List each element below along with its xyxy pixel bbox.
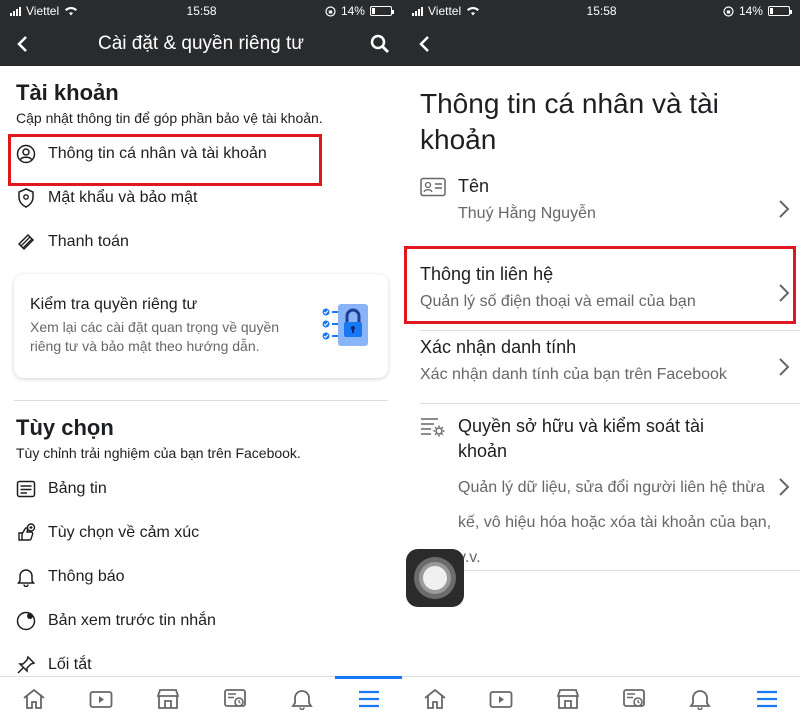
tab-menu[interactable]	[335, 676, 402, 720]
preferences-section-title: Tùy chọn	[16, 415, 114, 440]
battery-icon	[369, 6, 394, 16]
account-section-subtitle: Cập nhật thông tin để góp phần bảo vệ tà…	[16, 110, 323, 126]
settings-privacy-screen: Viettel 15:58 14% Cài đặt & quyền riêng …	[0, 0, 402, 720]
tab-menu[interactable]	[734, 677, 800, 720]
menu-item-news-feed[interactable]: Bảng tin	[0, 467, 402, 511]
account-section-title: Tài khoản	[16, 80, 119, 105]
back-arrow-icon	[17, 36, 27, 52]
tab-watch[interactable]	[468, 677, 534, 720]
tab-watch[interactable]	[67, 677, 134, 720]
menu-item-label: Tùy chọn về cảm xúc	[48, 524, 200, 541]
notifications-icon	[689, 689, 712, 710]
back-button[interactable]	[402, 22, 446, 66]
status-bar: Viettel 15:58 14%	[402, 0, 800, 22]
watch-icon	[490, 690, 513, 708]
row-label: Xác nhận danh tính	[420, 337, 577, 357]
row-value: Xác nhận danh tính của bạn trên Facebook	[420, 366, 727, 383]
news-feed-icon	[16, 479, 36, 499]
privacy-checkup-description: Xem lại các cài đặt quan trọng về quyền …	[30, 319, 280, 354]
shield-icon	[16, 188, 36, 208]
menu-item-notifications[interactable]: Thông báo	[0, 555, 402, 599]
menu-item-reactions[interactable]: Tùy chọn về cảm xúc	[0, 511, 402, 555]
menu-icon	[756, 690, 777, 707]
highlight-box-personal-info	[8, 134, 322, 186]
tag-icon	[16, 232, 36, 252]
row-ownership-control[interactable]: Quyền sở hữu và kiểm soát tài khoản Quản…	[402, 404, 800, 570]
wifi-icon	[65, 7, 78, 16]
news-icon	[223, 688, 246, 707]
menu-item-message-preview[interactable]: Bản xem trước tin nhắn	[0, 599, 402, 643]
wifi-icon	[467, 7, 480, 16]
page-title: Cài đặt & quyền riêng tư	[97, 33, 304, 54]
row-value: Quản lý dữ liệu, sửa đổi người liên hệ t…	[458, 479, 772, 566]
search-button[interactable]	[358, 22, 402, 66]
orientation-lock-icon	[723, 5, 734, 17]
bottom-tab-bar	[0, 676, 402, 720]
tab-marketplace[interactable]	[535, 677, 601, 720]
tab-notifications[interactable]	[667, 677, 733, 720]
battery-percent: 14%	[340, 4, 365, 18]
tab-marketplace[interactable]	[134, 677, 201, 720]
pin-icon	[16, 655, 36, 675]
bell-icon	[16, 567, 36, 587]
settings-list-icon	[421, 418, 445, 437]
personal-info-screen: Viettel 15:58 14% Thông tin cá nhân và t…	[402, 0, 800, 720]
menu-item-label: Thanh toán	[48, 233, 129, 250]
home-icon	[424, 688, 446, 709]
battery-percent: 14%	[738, 4, 763, 18]
menu-icon	[358, 690, 379, 707]
marketplace-icon	[156, 688, 179, 709]
menu-item-label: Bản xem trước tin nhắn	[48, 612, 216, 629]
menu-item-label: Mật khẩu và bảo mật	[48, 189, 198, 206]
tab-notifications[interactable]	[268, 677, 335, 720]
row-value: Thuý Hằng Nguyễn	[458, 205, 596, 222]
row-identity-confirmation[interactable]: Xác nhận danh tính Xác nhận danh tính củ…	[402, 331, 800, 403]
status-bar: Viettel 15:58 14%	[0, 0, 402, 22]
battery-icon	[767, 6, 792, 16]
highlight-box-contact-info	[404, 246, 796, 324]
tab-home[interactable]	[0, 677, 67, 720]
chevron-right-icon	[779, 200, 790, 218]
tab-news[interactable]	[201, 677, 268, 720]
chevron-right-icon	[779, 358, 790, 376]
home-icon	[22, 688, 45, 709]
reaction-icon	[16, 523, 36, 543]
menu-item-payments[interactable]: Thanh toán	[0, 220, 402, 264]
privacy-checkup-title: Kiểm tra quyền riêng tư	[30, 296, 198, 313]
privacy-checkup-card[interactable]: Kiểm tra quyền riêng tư Xem lại các cài …	[14, 274, 388, 378]
screens-container: Viettel 15:58 14% Cài đặt & quyền riêng …	[0, 0, 800, 720]
tab-home[interactable]	[402, 677, 468, 720]
news-icon	[623, 688, 646, 707]
message-preview-icon	[16, 611, 36, 631]
chevron-right-icon	[779, 478, 790, 496]
privacy-lock-illustration-icon	[322, 304, 368, 346]
back-arrow-icon	[419, 36, 429, 52]
notifications-icon	[290, 689, 313, 710]
row-name[interactable]: Tên Thuý Hằng Nguyễn	[402, 176, 800, 242]
assistive-touch-button[interactable]	[406, 549, 464, 607]
id-card-icon	[420, 177, 446, 196]
status-time: 15:58	[186, 4, 217, 18]
tab-news[interactable]	[601, 677, 667, 720]
bottom-tab-bar	[402, 676, 800, 720]
menu-item-label: Lối tắt	[48, 656, 92, 673]
back-button[interactable]	[0, 22, 44, 66]
carrier-name: Viettel	[26, 4, 60, 18]
top-nav: Cài đặt & quyền riêng tư	[0, 22, 402, 66]
carrier-name: Viettel	[428, 4, 462, 18]
menu-item-label: Bảng tin	[48, 480, 107, 497]
signal-icon	[10, 6, 21, 16]
status-time: 15:58	[586, 4, 617, 18]
signal-icon	[412, 6, 423, 16]
row-label: Quyền sở hữu và kiểm soát tài khoản	[458, 416, 704, 461]
row-label: Tên	[458, 176, 490, 196]
page-title: Thông tin cá nhân và tài khoản	[420, 88, 719, 155]
top-nav	[402, 22, 800, 66]
marketplace-icon	[556, 688, 580, 709]
preferences-section-subtitle: Tùy chỉnh trải nghiệm của bạn trên Faceb…	[16, 445, 301, 461]
orientation-lock-icon	[325, 5, 336, 17]
watch-icon	[89, 690, 112, 708]
search-icon	[370, 34, 389, 53]
menu-item-label: Thông báo	[48, 568, 125, 585]
